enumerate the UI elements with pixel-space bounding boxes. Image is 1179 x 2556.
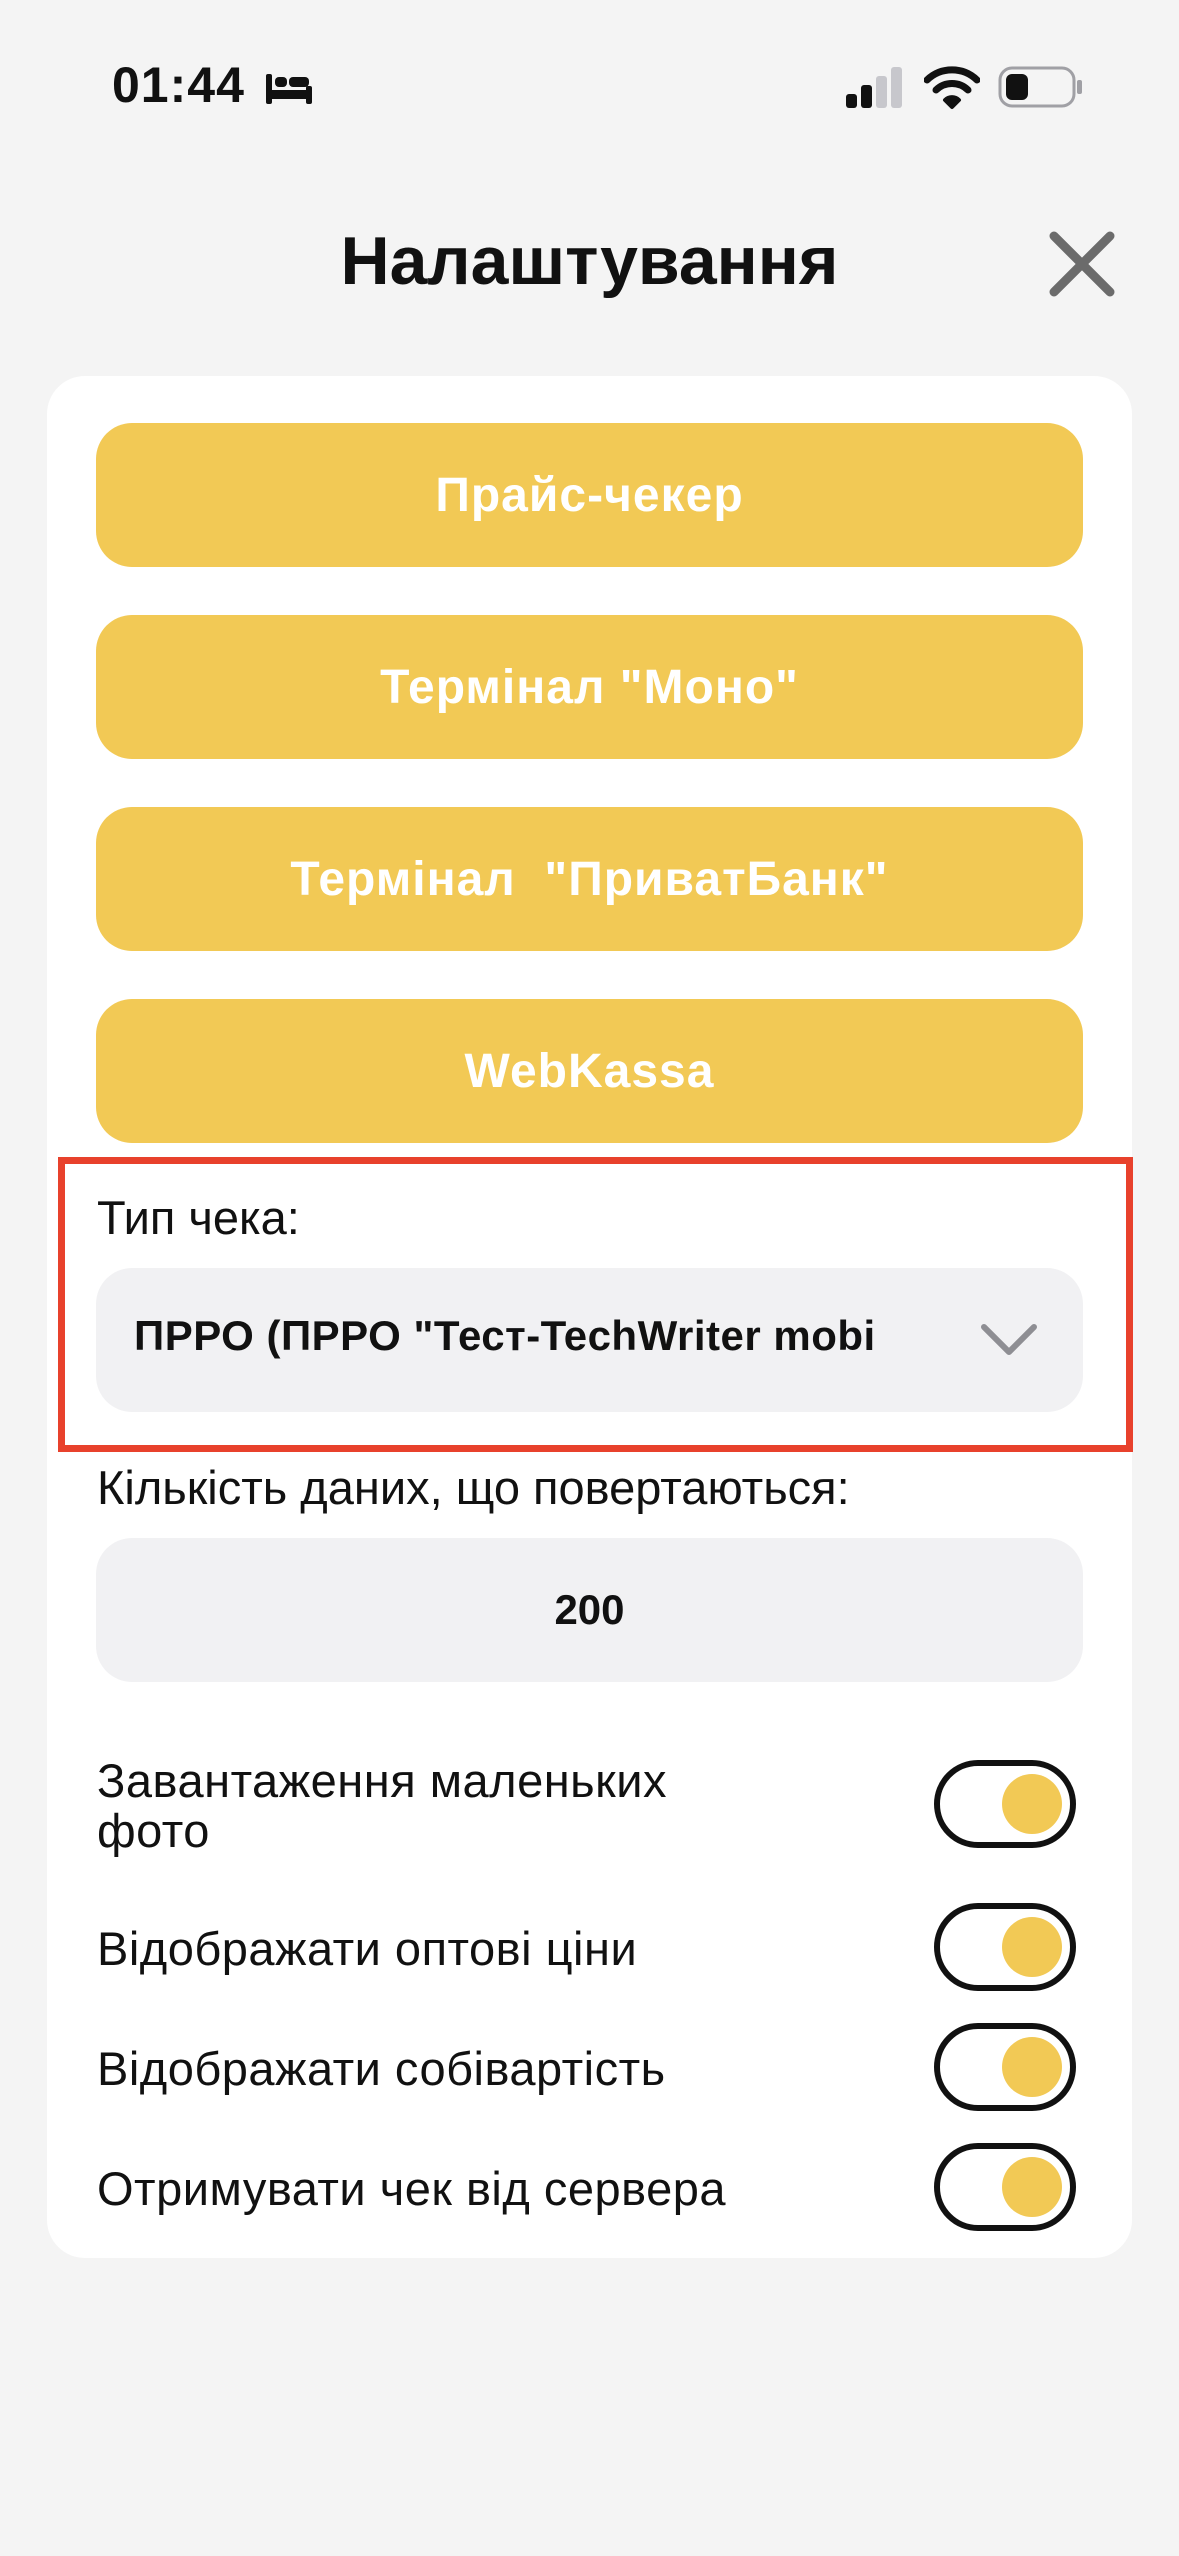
close-icon[interactable]: [1046, 228, 1118, 300]
toggle-knob: [1002, 2037, 1062, 2097]
privatbank-terminal-button[interactable]: Термінал "ПриватБанк": [96, 807, 1083, 951]
toggle-label-small-photos: Завантаження маленьких фото: [97, 1756, 667, 1856]
data-count-label: Кількість даних, що повертаються:: [97, 1461, 850, 1514]
settings-screen: 01:44 Налаштування Прайс-чекер Термінал …: [0, 0, 1179, 2556]
toggle-knob: [1002, 1774, 1062, 1834]
chevron-down-icon: [981, 1324, 1037, 1355]
toggle-knob: [1002, 1917, 1062, 1977]
cellular-signal-icon: [846, 67, 902, 108]
data-count-input[interactable]: [96, 1538, 1083, 1682]
webkassa-button[interactable]: WebKassa: [96, 999, 1083, 1143]
mono-terminal-button[interactable]: Термінал "Моно": [96, 615, 1083, 759]
toggle-label-line: Завантаження маленьких: [97, 1754, 667, 1807]
sleep-focus-icon: [266, 74, 312, 104]
cost-price-toggle[interactable]: [934, 2023, 1076, 2111]
toggle-knob: [1002, 2157, 1062, 2217]
page-title: Налаштування: [340, 223, 839, 299]
price-checker-button[interactable]: Прайс-чекер: [96, 423, 1083, 567]
server-receipt-toggle[interactable]: [934, 2143, 1076, 2231]
receipt-type-label: Тип чека:: [97, 1191, 300, 1244]
toggle-label-server-receipt: Отримувати чек від сервера: [97, 2162, 726, 2215]
receipt-type-select[interactable]: ПРРО (ПРРО "Тест-TechWriter mobi: [96, 1268, 1083, 1412]
status-bar: 01:44: [0, 0, 1179, 170]
status-time: 01:44: [112, 57, 245, 113]
toggle-label-cost-price: Відображати собівартість: [97, 2042, 666, 2095]
battery-icon: [998, 66, 1082, 108]
toggle-label-line: фото: [97, 1804, 210, 1857]
receipt-type-value: ПРРО (ПРРО "Тест-TechWriter mobi: [134, 1312, 876, 1359]
wifi-icon: [924, 66, 980, 109]
small-photos-toggle[interactable]: [934, 1760, 1076, 1848]
toggle-label-wholesale-prices: Відображати оптові ціни: [97, 1922, 638, 1975]
wholesale-prices-toggle[interactable]: [934, 1903, 1076, 1991]
